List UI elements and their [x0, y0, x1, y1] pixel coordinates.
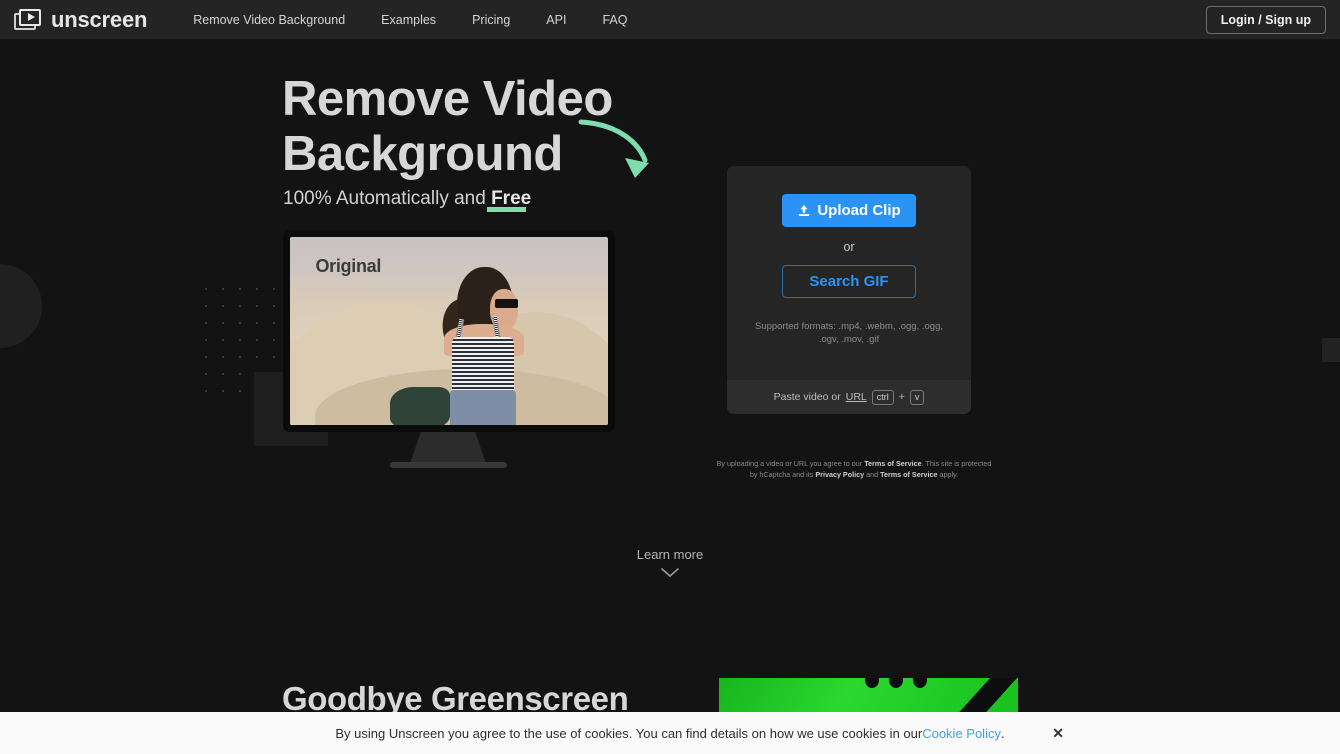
- cookie-text-before: By using Unscreen you agree to the use o…: [335, 726, 922, 741]
- login-signup-button[interactable]: Login / Sign up: [1206, 6, 1326, 34]
- nav-item-pricing[interactable]: Pricing: [472, 13, 510, 27]
- upload-clip-label: Upload Clip: [817, 202, 900, 219]
- legal-privacy-policy-link[interactable]: Privacy Policy: [815, 470, 864, 479]
- legal-terms-of-service-link-1[interactable]: Terms of Service: [864, 459, 921, 468]
- top-navigation-bar: unscreen Remove Video Background Example…: [0, 0, 1340, 39]
- paste-hint-prefix: Paste video or: [774, 391, 841, 403]
- nav-item-api[interactable]: API: [546, 13, 566, 27]
- legal-line1-suffix: . This site is protected: [922, 459, 992, 468]
- nav-item-faq[interactable]: FAQ: [602, 13, 627, 27]
- curved-arrow-icon: [575, 118, 655, 178]
- learn-more-link[interactable]: Learn more: [0, 547, 1340, 578]
- paste-hint-url-link[interactable]: URL: [846, 391, 867, 403]
- key-badge-ctrl: ctrl: [872, 390, 894, 405]
- brand-logo[interactable]: unscreen: [14, 7, 147, 33]
- legal-line1-prefix: By uploading a video or URL you agree to…: [717, 459, 865, 468]
- nav-item-examples[interactable]: Examples: [381, 13, 436, 27]
- legal-terms-of-service-link-2[interactable]: Terms of Service: [880, 470, 937, 479]
- chevron-down-icon: [661, 568, 679, 578]
- key-plus-sign: +: [899, 391, 905, 403]
- upload-panel-body: Upload Clip or Search GIF Supported form…: [727, 166, 971, 346]
- monitor-stand-neck: [410, 432, 486, 464]
- hero-title-line-1: Remove Video: [282, 72, 842, 127]
- cookie-text-after: .: [1001, 726, 1005, 741]
- or-separator-label: or: [843, 240, 854, 254]
- legal-disclaimer: By uploading a video or URL you agree to…: [713, 459, 995, 480]
- nav-item-remove-video-background[interactable]: Remove Video Background: [193, 13, 345, 27]
- key-badge-v: v: [910, 390, 925, 405]
- upload-panel: Upload Clip or Search GIF Supported form…: [727, 166, 971, 414]
- page-root: unscreen Remove Video Background Example…: [0, 0, 1340, 754]
- sunglasses-icon: [495, 299, 518, 308]
- search-gif-button[interactable]: Search GIF: [782, 265, 916, 298]
- video-frames-play-icon: [14, 9, 42, 31]
- video-preview-screen[interactable]: Original: [290, 237, 608, 425]
- legal-line2-conjunction: and: [864, 470, 880, 479]
- cookie-policy-link[interactable]: Cookie Policy: [922, 726, 1001, 741]
- main-nav: Remove Video Background Examples Pricing…: [193, 13, 627, 27]
- paste-hint-bar[interactable]: Paste video or URL ctrl + v: [727, 380, 971, 414]
- person-figure: [436, 267, 531, 425]
- hero-subtitle-highlight: Free: [491, 188, 531, 209]
- upload-icon: [797, 204, 811, 218]
- preview-label: Original: [315, 256, 381, 277]
- legal-line2-suffix: apply.: [938, 470, 959, 479]
- hero-subtitle-prefix: 100% Automatically and: [283, 188, 491, 209]
- monitor-mockup: Original: [283, 230, 615, 432]
- supported-formats-text: Supported formats: .mp4, .webm, .ogg, .o…: [744, 320, 954, 346]
- cookie-consent-banner: By using Unscreen you agree to the use o…: [0, 712, 1340, 754]
- decorative-square: [1322, 338, 1340, 362]
- close-icon[interactable]: ✕: [1052, 726, 1064, 740]
- learn-more-label: Learn more: [637, 547, 703, 562]
- free-underline-accent: [487, 207, 526, 212]
- upload-clip-button[interactable]: Upload Clip: [782, 194, 916, 227]
- monitor-stand-base: [390, 462, 507, 468]
- legal-line2-prefix: by hCaptcha and its: [750, 470, 816, 479]
- brand-name: unscreen: [51, 7, 147, 33]
- decorative-circle: [0, 264, 42, 348]
